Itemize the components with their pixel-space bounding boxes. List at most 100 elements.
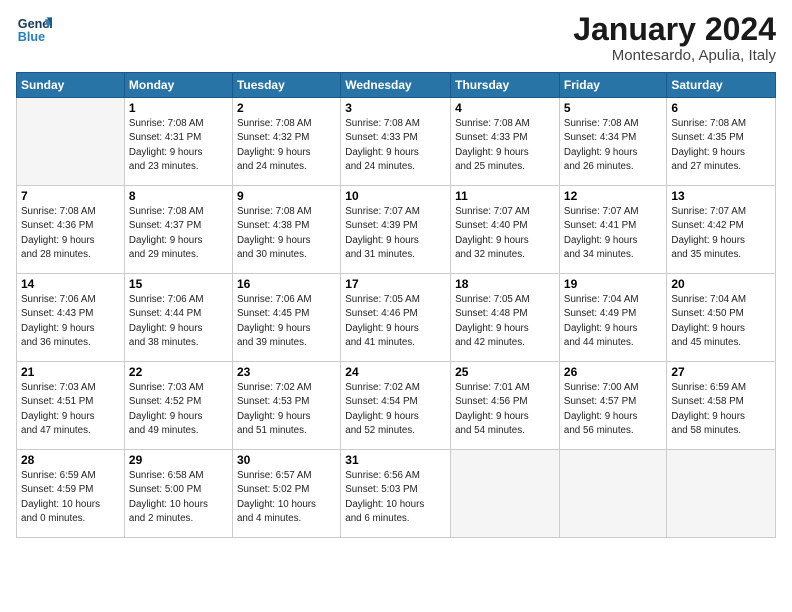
calendar-week-1: 1 Sunrise: 7:08 AMSunset: 4:31 PMDaylight… (17, 98, 776, 186)
day-info: Sunrise: 7:07 AMSunset: 4:40 PMDaylight:… (455, 205, 555, 262)
day-number: 4 (455, 101, 555, 115)
calendar-cell: 16 Sunrise: 7:06 AMSunset: 4:45 PMDayligh… (232, 274, 340, 362)
page: General Blue January 2024 Montesardo, Ap… (0, 0, 792, 612)
calendar-cell (451, 450, 560, 538)
day-number: 2 (237, 101, 336, 115)
day-info: Sunrise: 7:08 AMSunset: 4:36 PMDaylight:… (21, 205, 120, 262)
day-number: 31 (345, 453, 446, 467)
day-info: Sunrise: 7:07 AMSunset: 4:42 PMDaylight:… (671, 205, 771, 262)
day-info: Sunrise: 6:58 AMSunset: 5:00 PMDaylight:… (129, 469, 228, 526)
day-number: 14 (21, 277, 120, 291)
day-number: 3 (345, 101, 446, 115)
calendar-cell: 10Sunrise: 7:07 AMSunset: 4:39 PMDayligh… (341, 186, 451, 274)
calendar-cell: 5Sunrise: 7:08 AMSunset: 4:34 PMDaylight… (559, 98, 666, 186)
header: General Blue January 2024 Montesardo, Ap… (16, 12, 776, 64)
calendar-cell: 21Sunrise: 7:03 AMSunset: 4:51 PMDayligh… (17, 362, 125, 450)
day-info: Sunrise: 7:05 AMSunset: 4:48 PMDaylight:… (455, 293, 555, 350)
calendar-header-row: Sunday Monday Tuesday Wednesday Thursday… (17, 73, 776, 98)
calendar-cell: 14 Sunrise: 7:06 AMSunset: 4:43 PMDayligh… (17, 274, 125, 362)
calendar-cell: 23 Sunrise: 7:02 AMSunset: 4:53 PMDayligh… (232, 362, 340, 450)
day-number: 1 (129, 101, 228, 115)
day-number: 19 (564, 277, 662, 291)
calendar-cell: 6 Sunrise: 7:08 AMSunset: 4:35 PMDaylight… (667, 98, 776, 186)
col-friday: Friday (559, 73, 666, 98)
day-number: 6 (671, 101, 771, 115)
calendar-cell: 24Sunrise: 7:02 AMSunset: 4:54 PMDayligh… (341, 362, 451, 450)
logo-icon: General Blue (16, 12, 52, 48)
day-number: 25 (455, 365, 555, 379)
calendar-cell: 22Sunrise: 7:03 AMSunset: 4:52 PMDayligh… (124, 362, 232, 450)
calendar-table: Sunday Monday Tuesday Wednesday Thursday… (16, 72, 776, 538)
day-info: Sunrise: 7:07 AMSunset: 4:41 PMDaylight:… (564, 205, 662, 262)
day-number: 11 (455, 189, 555, 203)
day-info: Sunrise: 7:04 AMSunset: 4:49 PMDaylight:… (564, 293, 662, 350)
day-number: 20 (671, 277, 771, 291)
day-info: Sunrise: 7:04 AMSunset: 4:50 PMDaylight:… (671, 293, 771, 350)
calendar-cell: 18 Sunrise: 7:05 AMSunset: 4:48 PMDayligh… (451, 274, 560, 362)
day-number: 16 (237, 277, 336, 291)
calendar-cell: 3 Sunrise: 7:08 AMSunset: 4:33 PMDaylight… (341, 98, 451, 186)
day-number: 18 (455, 277, 555, 291)
day-number: 9 (237, 189, 336, 203)
calendar-week-5: 28Sunrise: 6:59 AMSunset: 4:59 PMDayligh… (17, 450, 776, 538)
calendar-cell (17, 98, 125, 186)
col-wednesday: Wednesday (341, 73, 451, 98)
day-number: 10 (345, 189, 446, 203)
calendar-cell: 12 Sunrise: 7:07 AMSunset: 4:41 PMDayligh… (559, 186, 666, 274)
day-info: Sunrise: 7:06 AMSunset: 4:43 PMDaylight:… (21, 293, 120, 350)
calendar-cell: 11 Sunrise: 7:07 AMSunset: 4:40 PMDayligh… (451, 186, 560, 274)
calendar-cell: 4 Sunrise: 7:08 AMSunset: 4:33 PMDaylight… (451, 98, 560, 186)
svg-text:Blue: Blue (18, 30, 45, 44)
day-info: Sunrise: 7:05 AMSunset: 4:46 PMDaylight:… (345, 293, 446, 350)
calendar-cell: 25 Sunrise: 7:01 AMSunset: 4:56 PMDayligh… (451, 362, 560, 450)
calendar-cell: 2Sunrise: 7:08 AMSunset: 4:32 PMDaylight… (232, 98, 340, 186)
calendar-cell: 27 Sunrise: 6:59 AMSunset: 4:58 PMDayligh… (667, 362, 776, 450)
day-number: 23 (237, 365, 336, 379)
col-monday: Monday (124, 73, 232, 98)
calendar-cell: 30Sunrise: 6:57 AMSunset: 5:02 PMDayligh… (232, 450, 340, 538)
day-number: 17 (345, 277, 446, 291)
day-info: Sunrise: 7:02 AMSunset: 4:54 PMDaylight:… (345, 381, 446, 438)
col-saturday: Saturday (667, 73, 776, 98)
calendar-week-2: 7 Sunrise: 7:08 AMSunset: 4:36 PMDaylight… (17, 186, 776, 274)
day-number: 12 (564, 189, 662, 203)
calendar-cell (667, 450, 776, 538)
calendar-week-4: 21Sunrise: 7:03 AMSunset: 4:51 PMDayligh… (17, 362, 776, 450)
day-info: Sunrise: 7:03 AMSunset: 4:52 PMDaylight:… (129, 381, 228, 438)
calendar-cell: 13Sunrise: 7:07 AMSunset: 4:42 PMDayligh… (667, 186, 776, 274)
calendar-cell: 29Sunrise: 6:58 AMSunset: 5:00 PMDayligh… (124, 450, 232, 538)
day-info: Sunrise: 7:08 AMSunset: 4:33 PMDaylight:… (455, 117, 555, 174)
day-info: Sunrise: 7:06 AMSunset: 4:45 PMDaylight:… (237, 293, 336, 350)
day-number: 15 (129, 277, 228, 291)
day-info: Sunrise: 6:59 AMSunset: 4:58 PMDaylight:… (671, 381, 771, 438)
day-info: Sunrise: 6:57 AMSunset: 5:02 PMDaylight:… (237, 469, 336, 526)
day-info: Sunrise: 7:01 AMSunset: 4:56 PMDaylight:… (455, 381, 555, 438)
calendar-cell: 9Sunrise: 7:08 AMSunset: 4:38 PMDaylight… (232, 186, 340, 274)
day-number: 26 (564, 365, 662, 379)
calendar-cell: 8 Sunrise: 7:08 AMSunset: 4:37 PMDaylight… (124, 186, 232, 274)
day-number: 28 (21, 453, 120, 467)
day-number: 8 (129, 189, 228, 203)
day-number: 27 (671, 365, 771, 379)
calendar-week-3: 14 Sunrise: 7:06 AMSunset: 4:43 PMDayligh… (17, 274, 776, 362)
calendar-cell: 26 Sunrise: 7:00 AMSunset: 4:57 PMDayligh… (559, 362, 666, 450)
day-info: Sunrise: 7:08 AMSunset: 4:34 PMDaylight:… (564, 117, 662, 174)
calendar-cell: 19 Sunrise: 7:04 AMSunset: 4:49 PMDayligh… (559, 274, 666, 362)
col-sunday: Sunday (17, 73, 125, 98)
logo: General Blue (16, 12, 52, 48)
day-info: Sunrise: 7:08 AMSunset: 4:33 PMDaylight:… (345, 117, 446, 174)
day-info: Sunrise: 7:02 AMSunset: 4:53 PMDaylight:… (237, 381, 336, 438)
day-info: Sunrise: 7:03 AMSunset: 4:51 PMDaylight:… (21, 381, 120, 438)
day-info: Sunrise: 6:56 AMSunset: 5:03 PMDaylight:… (345, 469, 446, 526)
day-number: 7 (21, 189, 120, 203)
day-info: Sunrise: 7:08 AMSunset: 4:31 PMDaylight:… (129, 117, 228, 174)
month-title: January 2024 (573, 12, 776, 47)
calendar-cell: 1 Sunrise: 7:08 AMSunset: 4:31 PMDaylight… (124, 98, 232, 186)
calendar-cell: 15 Sunrise: 7:06 AMSunset: 4:44 PMDayligh… (124, 274, 232, 362)
calendar-cell: 7 Sunrise: 7:08 AMSunset: 4:36 PMDaylight… (17, 186, 125, 274)
day-info: Sunrise: 7:08 AMSunset: 4:35 PMDaylight:… (671, 117, 771, 174)
col-thursday: Thursday (451, 73, 560, 98)
day-info: Sunrise: 7:00 AMSunset: 4:57 PMDaylight:… (564, 381, 662, 438)
day-info: Sunrise: 7:08 AMSunset: 4:37 PMDaylight:… (129, 205, 228, 262)
day-info: Sunrise: 7:06 AMSunset: 4:44 PMDaylight:… (129, 293, 228, 350)
